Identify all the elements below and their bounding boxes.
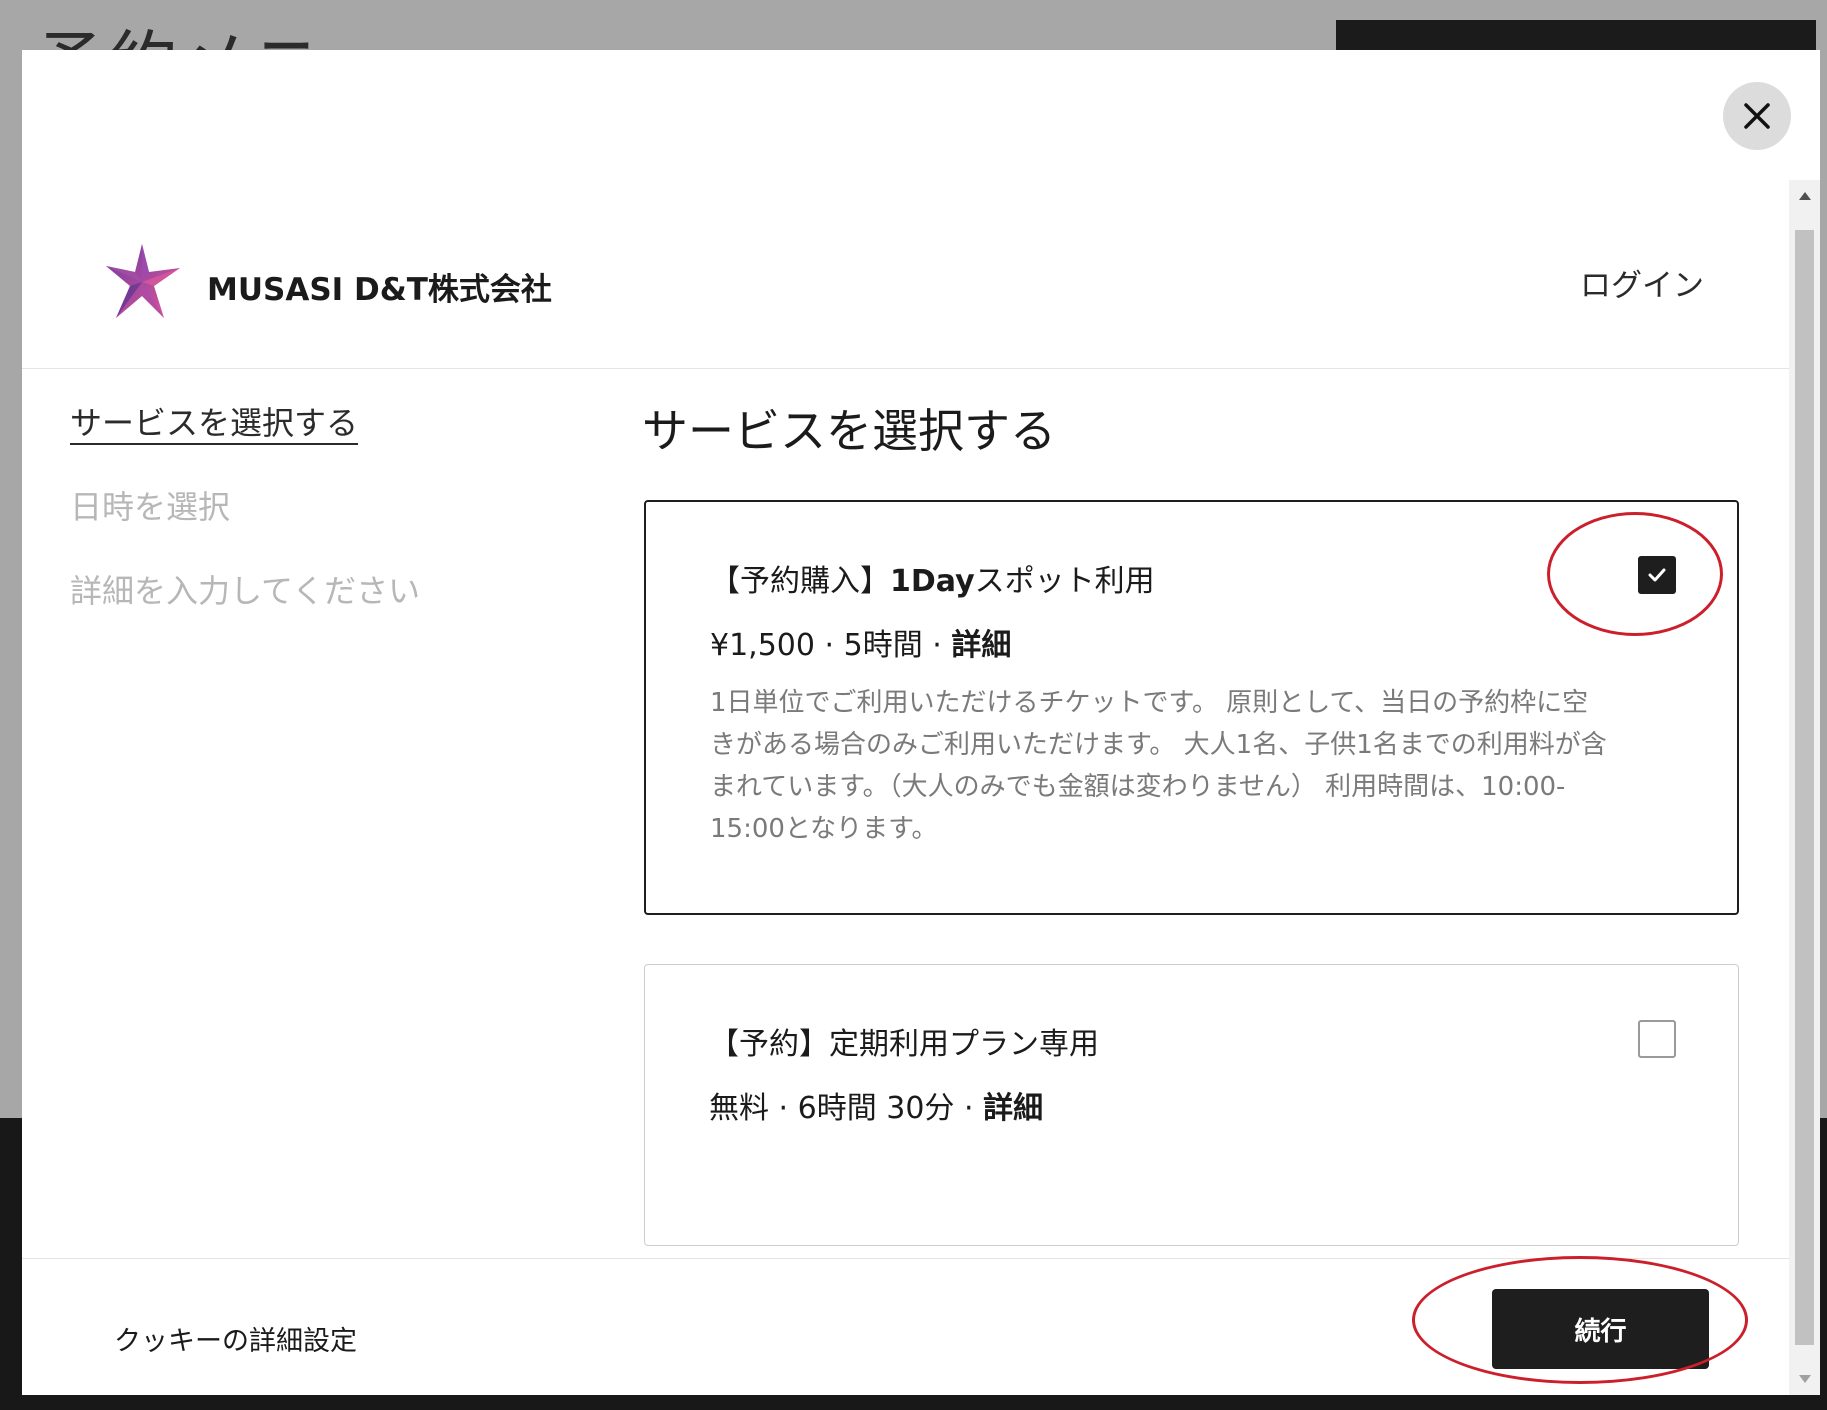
page-title: サービスを選択する (642, 404, 1056, 458)
service-card-regular-plan[interactable]: 【予約】定期利用プラン専用 無料 · 6時間 30分 · 詳細 (644, 964, 1739, 1246)
star-logo-icon (102, 242, 182, 326)
step-select-datetime: 日時を選択 (70, 488, 231, 526)
service-title: 【予約購入】1Dayスポット利用 (710, 564, 1155, 599)
close-button[interactable] (1723, 82, 1791, 150)
service-description: 1日単位でご利用いただけるチケットです。 原則として、当日の予約枠に空きがある場… (710, 688, 1607, 844)
service-price: 無料 (709, 1091, 769, 1126)
service-duration: 6時間 30分 (797, 1091, 955, 1126)
close-icon (1744, 103, 1770, 129)
service-price: ¥1,500 (710, 628, 815, 663)
service-meta: ¥1,500 · 5時間 · 詳細 (710, 628, 1012, 663)
service-duration: 5時間 (843, 628, 923, 663)
modal-header: MUSASI D&T株式会社 ログイン (22, 180, 1789, 369)
service-checkbox-unchecked[interactable] (1638, 1020, 1676, 1058)
scroll-thumb[interactable] (1795, 230, 1814, 1345)
login-link[interactable]: ログイン (1580, 260, 1704, 305)
annotation-circle-continue (1412, 1256, 1748, 1384)
booking-modal: MUSASI D&T株式会社 ログイン サービスを選択する 日時を選択 詳細を入… (22, 50, 1820, 1395)
scroll-down-arrow-icon[interactable] (1789, 1363, 1820, 1395)
cookie-settings-link[interactable]: クッキーの詳細設定 (114, 1319, 357, 1358)
company-name: MUSASI D&T株式会社 (207, 272, 552, 308)
details-link[interactable]: 詳細 (951, 628, 1011, 663)
scroll-up-arrow-icon[interactable] (1789, 180, 1820, 212)
service-title: 【予約】定期利用プラン専用 (709, 1027, 1099, 1062)
details-link[interactable]: 詳細 (983, 1091, 1043, 1126)
annotation-circle-checkbox (1547, 512, 1723, 636)
step-enter-details: 詳細を入力してください (70, 572, 421, 610)
scrollbar[interactable] (1789, 180, 1820, 1395)
step-select-service[interactable]: サービスを選択する (70, 398, 358, 444)
service-meta: 無料 · 6時間 30分 · 詳細 (709, 1091, 1044, 1126)
